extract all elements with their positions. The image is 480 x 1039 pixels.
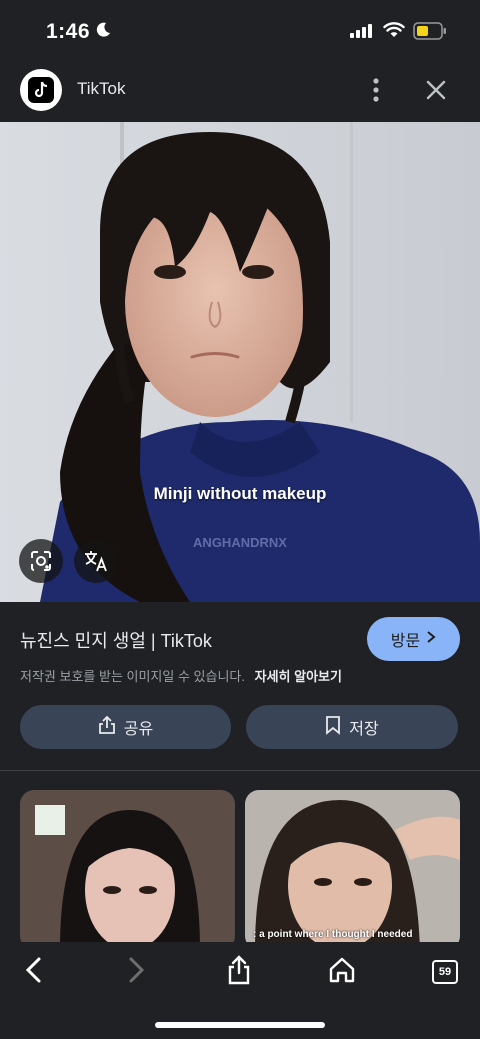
toolbar-share-button[interactable] (221, 954, 257, 990)
related-caption-2: : a point where I thought I needed (253, 929, 413, 940)
back-icon (24, 956, 44, 989)
related-image-1[interactable] (20, 790, 235, 950)
moon-icon (94, 21, 112, 44)
save-label: 저장 (349, 721, 379, 738)
signal-icon (350, 24, 372, 43)
wifi-icon (383, 22, 405, 43)
back-button[interactable] (16, 956, 52, 988)
save-button[interactable]: 저장 (246, 705, 458, 749)
home-button[interactable] (324, 956, 360, 988)
preview-image[interactable]: ANGHANDRNX Minji without makeup (0, 122, 480, 602)
battery-icon (413, 22, 447, 45)
status-bar: 1:46 (0, 0, 480, 60)
tabs-button[interactable]: 59 (427, 956, 463, 988)
tiktok-logo[interactable] (20, 69, 62, 111)
image-watermark: ANGHANDRNX (193, 535, 287, 550)
forward-icon (126, 956, 146, 989)
share-icon (227, 954, 251, 990)
source-title[interactable]: TikTok (77, 79, 126, 99)
image-caption: Minji without makeup (153, 484, 327, 503)
home-icon (328, 956, 356, 989)
share-button[interactable]: 공유 (20, 705, 231, 749)
home-indicator (155, 1022, 325, 1028)
copyright-text: 저작권 보호를 받는 이미지일 수 있습니다. (20, 669, 245, 684)
bookmark-icon (325, 715, 341, 740)
result-title[interactable]: 뉴진스 민지 생얼 | TikTok (20, 627, 212, 653)
translate-icon (83, 549, 109, 573)
translate-button[interactable] (74, 539, 118, 583)
learn-more-link[interactable]: 자세히 알아보기 (255, 669, 342, 684)
status-time: 1:46 (46, 20, 91, 43)
forward-button[interactable] (118, 956, 154, 988)
related-image-2[interactable]: : a point where I thought I needed (245, 790, 460, 950)
chevron-right-icon (426, 630, 436, 649)
tab-count: 59 (438, 966, 452, 978)
divider (0, 770, 480, 771)
lens-icon (29, 549, 53, 573)
visit-button[interactable]: 방문 (367, 617, 460, 661)
visit-label: 방문 (390, 633, 421, 650)
source-header: TikTok (0, 60, 480, 122)
lens-button[interactable] (19, 539, 63, 583)
more-vert-icon[interactable] (364, 76, 388, 104)
copyright-notice: 저작권 보호를 받는 이미지일 수 있습니다. 자세히 알아보기 (20, 666, 342, 685)
share-label: 공유 (123, 721, 154, 738)
tabs-icon: 59 (432, 960, 458, 984)
close-icon[interactable] (423, 77, 449, 103)
share-icon (98, 715, 116, 740)
